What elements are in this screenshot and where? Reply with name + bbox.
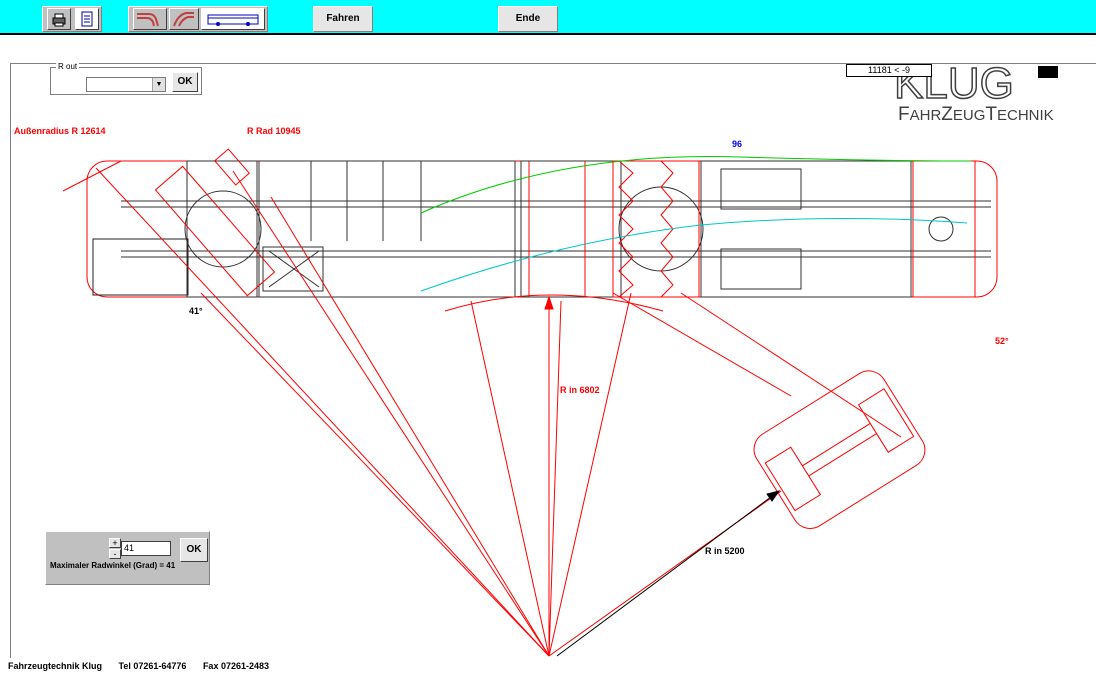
r-out-select[interactable]: ▼ bbox=[86, 77, 166, 92]
left-angle-label: 41° bbox=[189, 306, 203, 316]
diagonal-curve-icon bbox=[173, 12, 194, 27]
document-button[interactable] bbox=[75, 8, 99, 30]
r-out-ok-button[interactable]: OK bbox=[172, 72, 198, 92]
coordinate-readout: 11181 < -9 bbox=[846, 64, 932, 77]
bus-button[interactable] bbox=[201, 8, 265, 30]
status-bar: Fahrzeugtechnik Klug Tel 07261-64776 Fax… bbox=[8, 661, 283, 671]
r-rad-label: R Rad 10945 bbox=[247, 126, 301, 136]
outer-radius-label: Außenradius R 12614 bbox=[14, 126, 106, 136]
tracking-curves bbox=[420, 155, 972, 292]
company-name: Fahrzeugtechnik Klug bbox=[8, 661, 103, 671]
telephone: Tel 07261-64776 bbox=[118, 661, 187, 671]
angle-input[interactable]: 41 bbox=[121, 541, 171, 556]
top-marker-label: 96 bbox=[732, 139, 743, 149]
r-in-main-label: R in 6802 bbox=[560, 385, 600, 395]
max-wheel-angle-text: Maximaler Radwinkel (Grad) = 41 bbox=[50, 561, 176, 570]
toolbar: Fahren Ende bbox=[0, 0, 1096, 35]
chevron-down-icon[interactable]: ▼ bbox=[152, 78, 165, 91]
printer-icon bbox=[52, 13, 66, 27]
bus-icon bbox=[207, 14, 259, 26]
file-button-group bbox=[42, 6, 102, 32]
bus-chassis bbox=[86, 160, 998, 298]
wheel-angle-panel: + - 41 OK Maximaler Radwinkel (Grad) = 4… bbox=[45, 531, 210, 585]
r-out-legend: R out bbox=[56, 62, 80, 72]
s-curve-button[interactable] bbox=[133, 8, 167, 30]
r-in-trailer-label: R in 5200 bbox=[705, 546, 745, 556]
mode-button-group bbox=[128, 6, 268, 32]
print-button[interactable] bbox=[47, 8, 71, 30]
document-icon bbox=[81, 11, 93, 27]
trailer-radius-line bbox=[556, 490, 781, 657]
angle-increment-button[interactable]: + bbox=[109, 538, 121, 548]
angle-ok-button[interactable]: OK bbox=[180, 538, 208, 562]
fax: Fax 07261-2483 bbox=[202, 661, 269, 671]
angle-decrement-button[interactable]: - bbox=[109, 549, 121, 559]
s-curve-icon bbox=[137, 13, 159, 27]
logo-brand-bottom: FAHRZEUGTECHNIK bbox=[898, 104, 1054, 125]
diagonal-curve-button[interactable] bbox=[169, 8, 199, 30]
r-out-group: R out ▼ OK bbox=[50, 62, 202, 95]
drive-button[interactable]: Fahren bbox=[313, 6, 373, 32]
end-button[interactable]: Ende bbox=[498, 6, 558, 32]
right-angle-label: 52° bbox=[995, 336, 1009, 346]
